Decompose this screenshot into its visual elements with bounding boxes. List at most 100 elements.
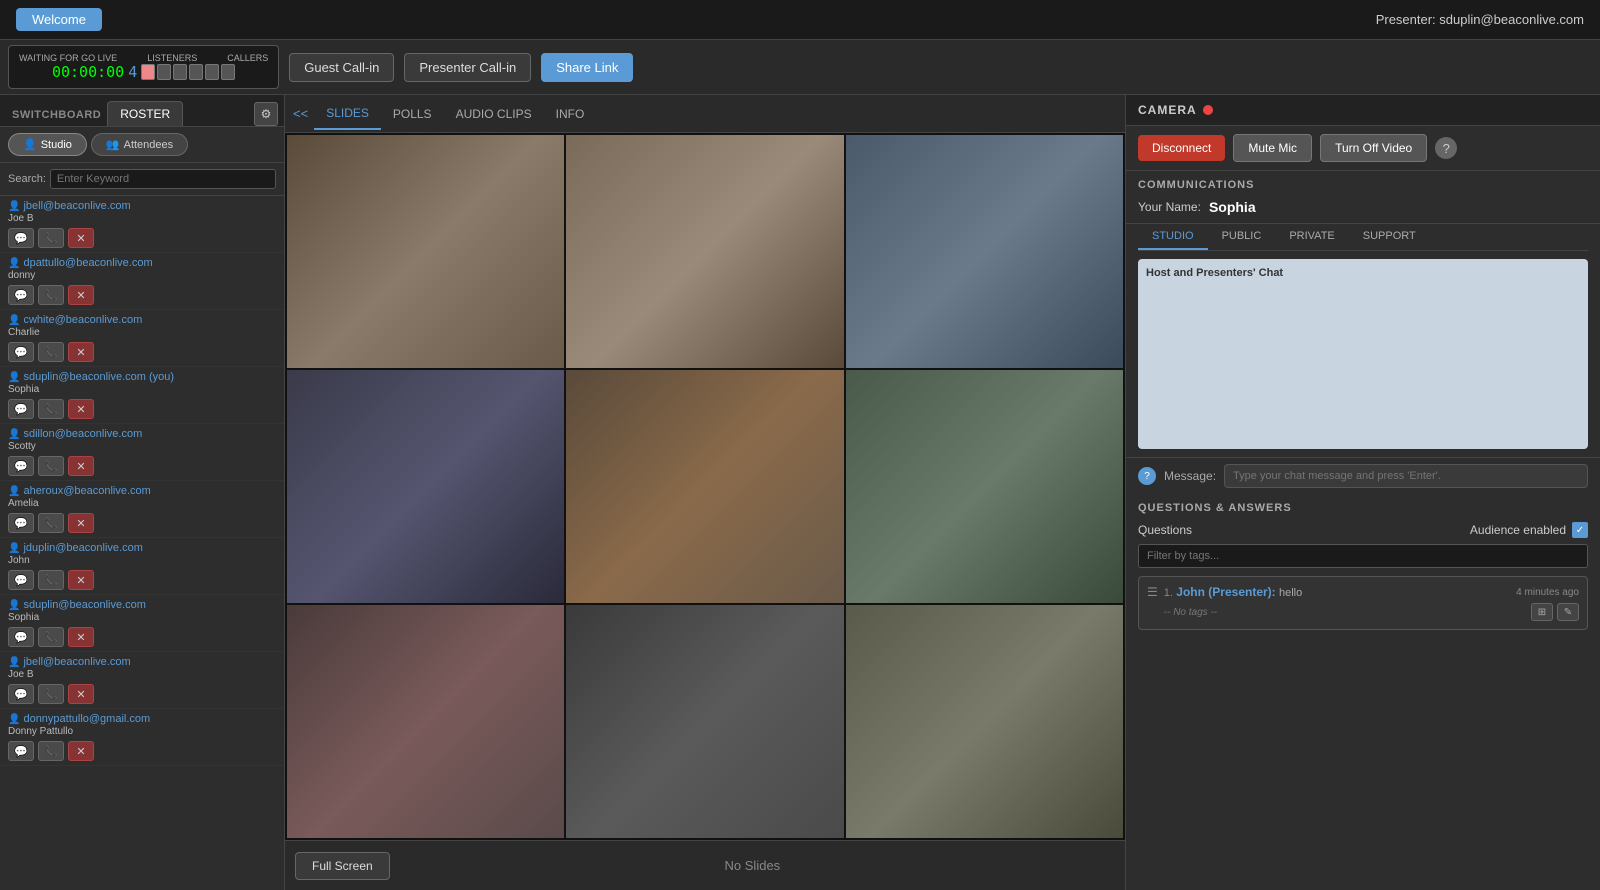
qa-actions: ⊞ ✎ [1531,603,1579,621]
tab-polls[interactable]: POLLS [381,99,444,129]
remove-btn-6[interactable]: ✕ [68,570,94,590]
chat-btn-3[interactable]: 💬 [8,399,34,419]
chat-btn-5[interactable]: 💬 [8,513,34,533]
roster-email-2: 👤 cwhite@beaconlive.com [8,314,276,326]
caller-box-1 [141,64,155,80]
list-item: 👤 jbell@beaconlive.com Joe B 💬 📞 ✕ [0,196,284,253]
chat-btn-7[interactable]: 💬 [8,627,34,647]
call-btn-9[interactable]: 📞 [38,741,64,761]
tab-audio-clips[interactable]: AUDIO CLIPS [444,99,544,129]
caller-box-5 [205,64,219,80]
user-icon-8: 👤 [8,657,20,668]
call-btn-6[interactable]: 📞 [38,570,64,590]
call-btn-3[interactable]: 📞 [38,399,64,419]
call-btn-1[interactable]: 📞 [38,285,64,305]
remove-btn-4[interactable]: ✕ [68,456,94,476]
call-btn-2[interactable]: 📞 [38,342,64,362]
roster-email-7: 👤 sduplin@beaconlive.com [8,599,276,611]
left-panel: SWITCHBOARD ROSTER ⚙ 👤 Studio 👥 Attendee… [0,95,285,890]
turn-off-video-button[interactable]: Turn Off Video [1320,134,1427,162]
attendees-tab[interactable]: 👥 Attendees [91,133,188,156]
audience-enabled-row: Audience enabled ✓ [1470,522,1588,538]
chat-area: Host and Presenters' Chat [1138,259,1588,449]
tab-info[interactable]: INFO [544,99,597,129]
chat-tab-support[interactable]: SUPPORT [1349,224,1430,250]
recording-indicator [1203,105,1213,115]
chat-btn-0[interactable]: 💬 [8,228,34,248]
communications-title: COMMUNICATIONS [1138,179,1588,191]
roster-list: 👤 jbell@beaconlive.com Joe B 💬 📞 ✕ 👤 dpa… [0,196,284,890]
chat-tab-private[interactable]: PRIVATE [1275,224,1348,250]
your-name-label: Your Name: [1138,200,1201,214]
studio-tab[interactable]: 👤 Studio [8,133,87,156]
remove-btn-5[interactable]: ✕ [68,513,94,533]
your-name-row: Your Name: Sophia [1138,199,1588,215]
message-input[interactable] [1224,464,1588,488]
qa-text: hello [1279,587,1302,599]
search-input[interactable] [50,169,276,189]
call-btn-4[interactable]: 📞 [38,456,64,476]
remove-btn-7[interactable]: ✕ [68,627,94,647]
roster-tab[interactable]: ROSTER [107,101,183,126]
presenter-info: Presenter: sduplin@beaconlive.com [1376,12,1584,27]
no-slides-label: No Slides [390,858,1115,873]
call-btn-8[interactable]: 📞 [38,684,64,704]
list-item: 👤 sduplin@beaconlive.com (you) Sophia 💬 … [0,367,284,424]
remove-btn-1[interactable]: ✕ [68,285,94,305]
chat-tab-public[interactable]: PUBLIC [1208,224,1276,250]
settings-icon[interactable]: ⚙ [254,102,278,126]
presenter-callin-button[interactable]: Presenter Call-in [404,53,531,82]
call-btn-5[interactable]: 📞 [38,513,64,533]
welcome-button[interactable]: Welcome [16,8,102,31]
roster-email-0: 👤 jbell@beaconlive.com [8,200,276,212]
call-btn-0[interactable]: 📞 [38,228,64,248]
chat-btn-2[interactable]: 💬 [8,342,34,362]
chat-btn-6[interactable]: 💬 [8,570,34,590]
tab-slides[interactable]: SLIDES [314,98,381,130]
sub-tabs: 👤 Studio 👥 Attendees [0,127,284,163]
remove-btn-0[interactable]: ✕ [68,228,94,248]
back-button[interactable]: << [293,106,308,121]
list-item: 👤 donnypattullo@gmail.com Donny Pattullo… [0,709,284,766]
center-tabs: << SLIDES POLLS AUDIO CLIPS INFO [285,95,1125,133]
guest-callin-button[interactable]: Guest Call-in [289,53,394,82]
filter-tags-input[interactable] [1138,544,1588,568]
chat-tab-studio[interactable]: STUDIO [1138,224,1208,250]
panel-tabs: SWITCHBOARD ROSTER ⚙ [0,95,284,127]
communications-section: COMMUNICATIONS Your Name: Sophia [1126,171,1600,224]
roster-email-8: 👤 jbell@beaconlive.com [8,656,276,668]
roster-email-4: 👤 sdillon@beaconlive.com [8,428,276,440]
help-icon[interactable]: ? [1435,137,1457,159]
call-btn-7[interactable]: 📞 [38,627,64,647]
list-item: 👤 sduplin@beaconlive.com Sophia 💬 📞 ✕ [0,595,284,652]
chat-btn-9[interactable]: 💬 [8,741,34,761]
fullscreen-button[interactable]: Full Screen [295,852,390,880]
camera-label: CAMERA [1138,103,1197,117]
user-icon-6: 👤 [8,543,20,554]
qa-copy-button[interactable]: ⊞ [1531,603,1553,621]
video-cell-7 [287,605,564,838]
list-item: 👤 aheroux@beaconlive.com Amelia 💬 📞 ✕ [0,481,284,538]
user-icon-9: 👤 [8,714,20,725]
attendees-icon: 👥 [106,138,120,151]
chat-btn-4[interactable]: 💬 [8,456,34,476]
second-bar: WAITING FOR GO LIVE LISTENERS CALLERS 00… [0,40,1600,95]
remove-btn-2[interactable]: ✕ [68,342,94,362]
share-link-button[interactable]: Share Link [541,53,633,82]
user-icon-2: 👤 [8,315,20,326]
chat-btn-1[interactable]: 💬 [8,285,34,305]
mute-mic-button[interactable]: Mute Mic [1233,134,1312,162]
qa-edit-button[interactable]: ✎ [1557,603,1579,621]
chat-btn-8[interactable]: 💬 [8,684,34,704]
audience-enabled-checkbox[interactable]: ✓ [1572,522,1588,538]
video-cell-8 [566,605,843,838]
roster-actions-8: 💬 📞 ✕ [8,684,276,704]
roster-name-1: donny [8,270,276,281]
remove-btn-9[interactable]: ✕ [68,741,94,761]
callers-label: CALLERS [227,53,268,63]
qa-number: 1. [1164,587,1173,599]
remove-btn-3[interactable]: ✕ [68,399,94,419]
remove-btn-8[interactable]: ✕ [68,684,94,704]
disconnect-button[interactable]: Disconnect [1138,135,1225,161]
roster-actions-6: 💬 📞 ✕ [8,570,276,590]
